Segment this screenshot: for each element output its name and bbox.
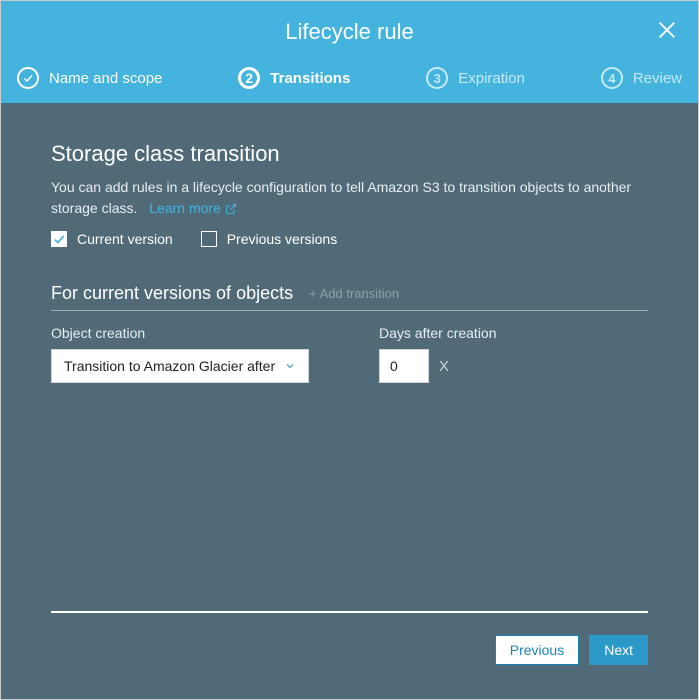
section-heading: Storage class transition [51, 141, 648, 167]
checkbox-label: Previous versions [227, 231, 338, 247]
object-creation-field: Object creation Transition to Amazon Gla… [51, 325, 309, 383]
version-checkboxes: Current version Previous versions [51, 231, 648, 247]
step-expiration[interactable]: 3 Expiration [426, 67, 525, 89]
next-button[interactable]: Next [589, 635, 648, 665]
step-name-and-scope[interactable]: Name and scope [17, 67, 162, 89]
step-number: 3 [426, 67, 448, 89]
step-number: 4 [601, 67, 623, 89]
wizard-steps: Name and scope 2 Transitions 3 Expiratio… [1, 57, 698, 103]
checkbox-previous-versions[interactable]: Previous versions [201, 231, 338, 247]
learn-more-link[interactable]: Learn more [149, 198, 237, 219]
remove-transition-button[interactable]: X [439, 358, 449, 375]
modal-header: Lifecycle rule Name and scope 2 Transiti… [1, 1, 698, 103]
close-button[interactable] [656, 19, 678, 46]
previous-button[interactable]: Previous [495, 635, 579, 665]
step-label: Expiration [458, 70, 525, 87]
days-after-input[interactable] [379, 349, 429, 383]
add-transition-link[interactable]: + Add transition [309, 286, 399, 301]
step-label: Review [633, 70, 682, 87]
checkbox-unchecked-icon [201, 231, 217, 247]
step-transitions[interactable]: 2 Transitions [238, 67, 350, 89]
lifecycle-rule-modal: Lifecycle rule Name and scope 2 Transiti… [0, 0, 699, 700]
step-label: Transitions [270, 70, 350, 87]
select-value: Transition to Amazon Glacier after [64, 358, 275, 374]
current-versions-section-header: For current versions of objects + Add tr… [51, 283, 648, 311]
close-icon [656, 19, 678, 41]
checkmark-icon [17, 67, 39, 89]
field-label: Object creation [51, 325, 309, 341]
step-label: Name and scope [49, 70, 162, 87]
step-number: 2 [238, 67, 260, 89]
checkbox-checked-icon [51, 231, 67, 247]
step-review[interactable]: 4 Review [601, 67, 682, 89]
transition-row: Object creation Transition to Amazon Gla… [51, 325, 648, 383]
checkbox-label: Current version [77, 231, 173, 247]
footer-buttons: Previous Next [51, 613, 648, 679]
object-creation-select[interactable]: Transition to Amazon Glacier after [51, 349, 309, 383]
external-link-icon [225, 203, 237, 215]
subsection-title: For current versions of objects [51, 283, 293, 304]
section-description: You can add rules in a lifecycle configu… [51, 177, 648, 219]
chevron-down-icon [284, 360, 296, 372]
field-label: Days after creation [379, 325, 497, 341]
modal-title: Lifecycle rule [1, 1, 698, 57]
checkbox-current-version[interactable]: Current version [51, 231, 173, 247]
days-after-field: Days after creation X [379, 325, 497, 383]
modal-body: Storage class transition You can add rul… [1, 103, 698, 699]
